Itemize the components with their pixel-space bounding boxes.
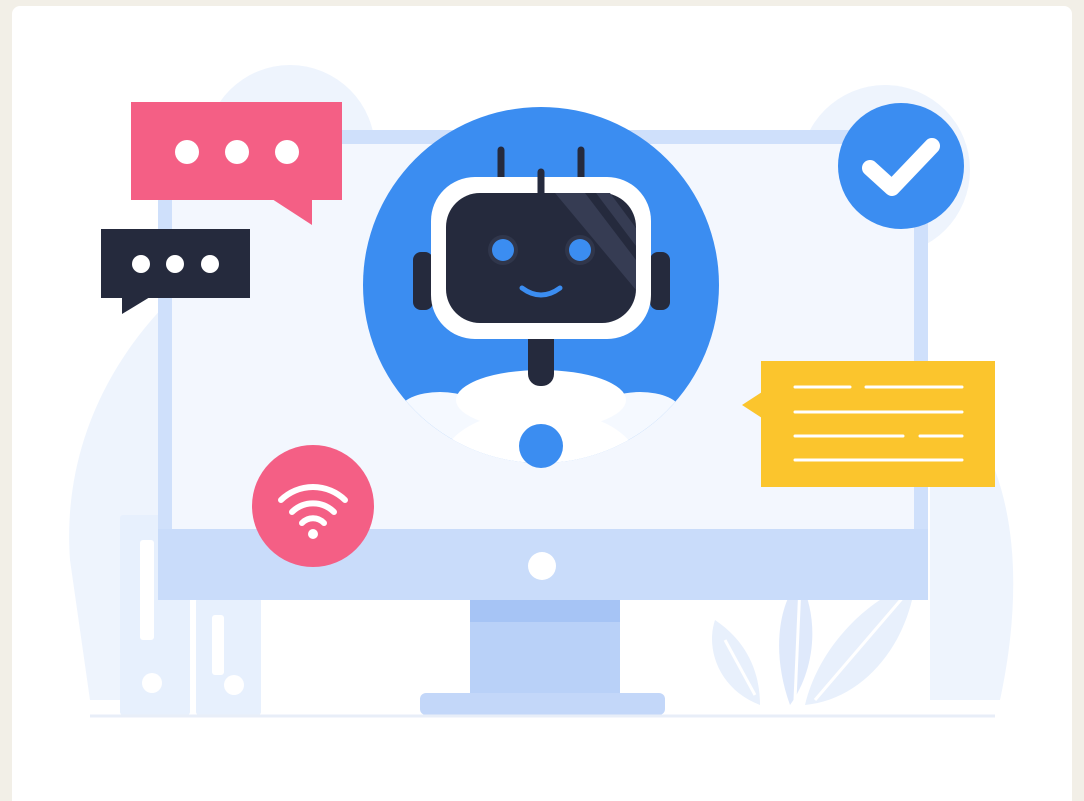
chatbot-illustration (69, 65, 1014, 718)
typing-indicator-icon (175, 140, 299, 164)
yellow-message-bubble (742, 361, 995, 487)
monitor-base (420, 693, 665, 715)
typing-indicator-icon (132, 255, 219, 273)
monitor-power-button (528, 552, 556, 580)
robot-chest-light (519, 424, 563, 468)
wifi-badge (252, 445, 374, 567)
checkmark-badge (838, 103, 964, 229)
